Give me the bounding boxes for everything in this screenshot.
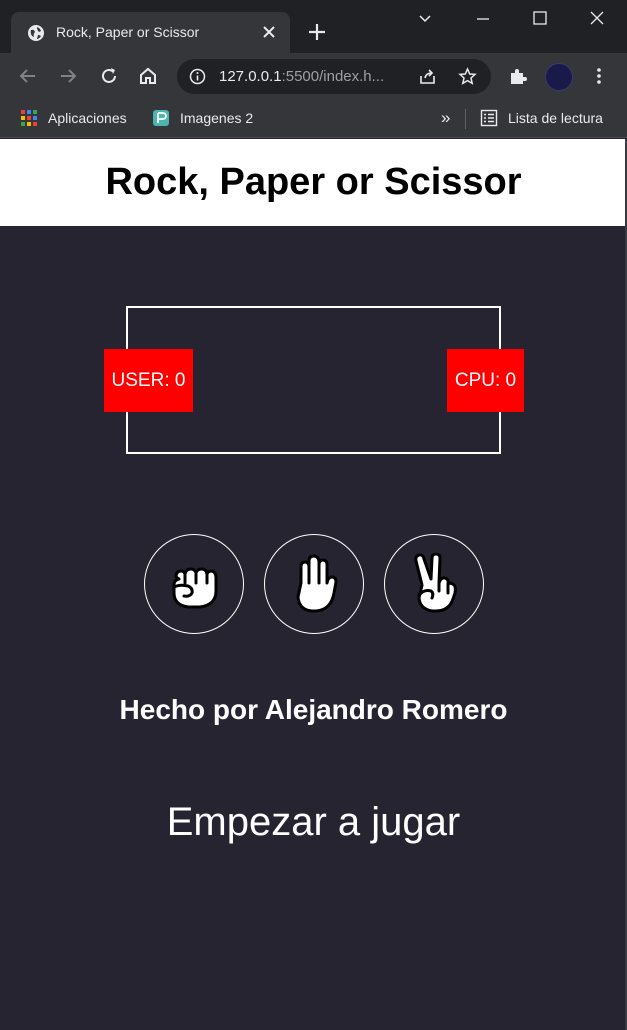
bookmark-favicon-icon bbox=[153, 110, 169, 126]
browser-toolbar: 127.0.0.1:5500/index.h... bbox=[0, 53, 627, 100]
star-icon[interactable] bbox=[458, 67, 477, 86]
forward-arrow-icon[interactable] bbox=[57, 65, 79, 87]
user-score-badge: USER: 0 bbox=[104, 349, 193, 412]
cpu-score-badge: CPU: 0 bbox=[447, 349, 524, 412]
bookmark-apps[interactable]: Aplicaciones bbox=[20, 108, 127, 128]
browser-tab[interactable]: Rock, Paper or Scissor bbox=[11, 12, 290, 53]
info-icon[interactable] bbox=[189, 68, 206, 85]
tab-search-icon[interactable] bbox=[415, 8, 435, 28]
hand-rock-icon bbox=[172, 567, 218, 609]
globe-icon bbox=[28, 25, 44, 41]
bookmarks-overflow[interactable]: » bbox=[441, 108, 450, 128]
overflow-chevron-icon: » bbox=[441, 108, 451, 127]
page-header: Rock, Paper or Scissor bbox=[0, 139, 627, 226]
hand-scissors-icon bbox=[414, 553, 457, 613]
hand-paper-icon bbox=[296, 554, 338, 613]
reading-list-label: Lista de lectura bbox=[508, 110, 603, 126]
browser-titlebar: Rock, Paper or Scissor bbox=[0, 0, 627, 53]
bookmark-label: Imagenes 2 bbox=[180, 110, 254, 126]
reload-icon[interactable] bbox=[98, 65, 120, 87]
bookmark-imagenes[interactable]: Imagenes 2 bbox=[152, 108, 253, 128]
maximize-icon[interactable] bbox=[530, 8, 550, 28]
start-game-button[interactable]: Empezar a jugar bbox=[0, 800, 627, 845]
bookmarks-divider bbox=[465, 109, 466, 129]
bookmarks-bar: Aplicaciones Imagenes 2 » Lista de lectu… bbox=[0, 100, 627, 138]
credits-text: Hecho por Alejandro Romero bbox=[119, 694, 508, 725]
paper-button[interactable] bbox=[264, 534, 364, 634]
more-menu-icon[interactable] bbox=[588, 65, 610, 87]
scissors-button[interactable] bbox=[384, 534, 484, 634]
share-icon[interactable] bbox=[418, 67, 437, 86]
reading-list[interactable]: Lista de lectura bbox=[480, 108, 603, 128]
extensions-icon[interactable] bbox=[507, 65, 529, 87]
close-tab-icon[interactable] bbox=[260, 23, 278, 41]
new-tab-icon[interactable] bbox=[307, 22, 327, 42]
back-arrow-icon[interactable] bbox=[17, 65, 39, 87]
apps-grid-icon bbox=[21, 110, 37, 126]
minimize-icon[interactable] bbox=[473, 8, 493, 28]
profile-avatar[interactable] bbox=[545, 63, 573, 91]
close-window-icon[interactable] bbox=[587, 8, 607, 28]
bookmark-label: Aplicaciones bbox=[48, 110, 127, 126]
reading-list-icon bbox=[480, 109, 498, 127]
address-bar[interactable]: 127.0.0.1:5500/index.h... bbox=[177, 59, 491, 94]
tab-title: Rock, Paper or Scissor bbox=[56, 24, 200, 40]
home-icon[interactable] bbox=[137, 65, 159, 87]
rock-button[interactable] bbox=[144, 534, 244, 634]
url-text: 127.0.0.1:5500/index.h... bbox=[219, 68, 385, 85]
page-title: Rock, Paper or Scissor bbox=[105, 161, 522, 203]
